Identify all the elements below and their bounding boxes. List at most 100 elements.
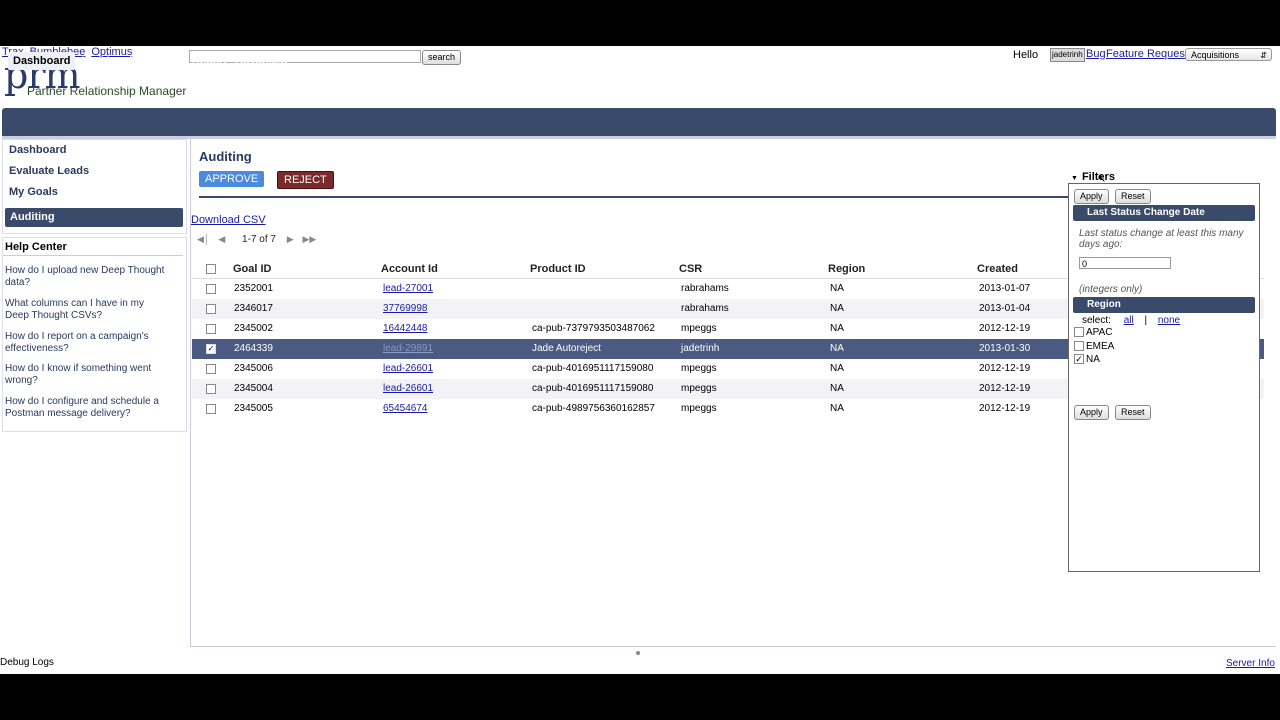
cell-account[interactable]: 37769998 bbox=[383, 299, 428, 319]
region-option-apac[interactable]: APAC bbox=[1074, 327, 1113, 338]
filters-toggle[interactable]: ▼ Filters bbox=[1071, 171, 1115, 183]
sidebar-item-evaluate-leads[interactable]: Evaluate Leads bbox=[9, 165, 89, 177]
cell-account[interactable]: lead-27001 bbox=[383, 279, 433, 299]
cell-created: 2012-12-19 bbox=[979, 323, 1031, 334]
col-product-id[interactable]: Product ID bbox=[530, 263, 586, 275]
cell-csr: mpeggs bbox=[681, 363, 717, 374]
cell-product: ca-pub-4989756360162857 bbox=[532, 403, 655, 414]
days-ago-input[interactable]: 0 bbox=[1079, 257, 1171, 269]
cell-goal: 2345005 bbox=[234, 403, 273, 414]
filters-reset-button-top[interactable]: Reset bbox=[1115, 189, 1151, 204]
cell-account[interactable]: lead-26601 bbox=[383, 359, 433, 379]
help-link-went-wrong[interactable]: How do I know if something went wrong? bbox=[5, 363, 165, 387]
row-checkbox[interactable] bbox=[206, 284, 216, 294]
approve-button[interactable]: APPROVE bbox=[199, 171, 265, 187]
select-all-link[interactable]: all bbox=[1124, 315, 1134, 326]
tab-dashboard[interactable]: Dashboard bbox=[8, 52, 76, 70]
app-window: Trax Bumblebee Optimus search prm Partne… bbox=[0, 46, 1280, 674]
cell-region: NA bbox=[830, 403, 844, 414]
cell-csr: rabrahams bbox=[681, 303, 729, 314]
tab-advanced[interactable]: Advanced bbox=[235, 55, 288, 67]
cell-created: 2013-01-30 bbox=[979, 343, 1031, 354]
last-status-change-header[interactable]: Last Status Change Date bbox=[1073, 205, 1255, 221]
feature-request-link[interactable]: Feature Request bbox=[1106, 48, 1188, 60]
select-none-link[interactable]: none bbox=[1158, 315, 1180, 326]
cell-csr: rabrahams bbox=[681, 283, 729, 294]
pager: ◀│ ◀ 1-7 of 7 ▶ ▶▶ bbox=[197, 234, 322, 245]
tab-new-leads[interactable]: New Leads bbox=[81, 55, 138, 67]
account-select[interactable]: Acquisitions ⇵ bbox=[1185, 48, 1272, 61]
row-checkbox[interactable] bbox=[206, 324, 216, 334]
cell-csr: mpeggs bbox=[681, 323, 717, 334]
cell-goal: 2345002 bbox=[234, 323, 273, 334]
cell-csr: mpeggs bbox=[681, 403, 717, 414]
filters-reset-button[interactable]: Reset bbox=[1115, 405, 1151, 420]
cell-account[interactable]: 16442448 bbox=[383, 319, 428, 339]
help-link-upload[interactable]: How do I upload new Deep Thought data? bbox=[5, 265, 165, 289]
days-ago-note: Last status change at least this many da… bbox=[1079, 228, 1244, 250]
pager-text: 1-7 of 7 bbox=[242, 234, 276, 245]
cell-csr: jadetrinh bbox=[681, 343, 720, 354]
cell-product: ca-pub-4016951117159080 bbox=[532, 383, 654, 394]
region-select-row: select: all | none bbox=[1082, 315, 1180, 326]
filters-apply-button[interactable]: Apply bbox=[1074, 405, 1109, 420]
cell-region: NA bbox=[830, 303, 844, 314]
integers-only-note: (integers only) bbox=[1079, 284, 1143, 295]
row-checkbox[interactable]: ✓ bbox=[206, 344, 216, 354]
app-subtitle: Partner Relationship Manager bbox=[27, 84, 187, 98]
cell-goal: 2345006 bbox=[234, 363, 273, 374]
sidebar-item-dashboard[interactable]: Dashboard bbox=[9, 144, 66, 156]
cell-account[interactable]: lead-29891 bbox=[383, 339, 433, 359]
col-csr[interactable]: CSR bbox=[679, 263, 702, 275]
search-button[interactable]: search bbox=[422, 50, 462, 65]
cell-goal: 2346017 bbox=[234, 303, 273, 314]
emea-checkbox[interactable] bbox=[1074, 341, 1084, 352]
debug-logs-label[interactable]: Debug Logs bbox=[0, 657, 54, 668]
sidebar-item-auditing[interactable]: Auditing bbox=[5, 208, 183, 227]
na-checkbox[interactable]: ✓ bbox=[1074, 354, 1084, 365]
region-option-na[interactable]: ✓ NA bbox=[1074, 354, 1100, 365]
select-all-checkbox[interactable] bbox=[206, 264, 216, 274]
region-header[interactable]: Region bbox=[1073, 297, 1255, 313]
filters-apply-button-top[interactable]: Apply bbox=[1074, 189, 1109, 204]
row-checkbox[interactable] bbox=[206, 404, 216, 414]
cell-region: NA bbox=[830, 323, 844, 334]
content-divider bbox=[199, 196, 1071, 198]
emea-label: EMEA bbox=[1086, 341, 1115, 352]
server-info-link[interactable]: Server Info bbox=[1226, 658, 1275, 669]
tab-activity-report[interactable]: Activity Report bbox=[149, 55, 227, 67]
col-created[interactable]: Created bbox=[977, 263, 1018, 275]
last-page-icon[interactable]: ▶▶ bbox=[302, 234, 316, 245]
reject-button[interactable]: REJECT bbox=[277, 171, 334, 189]
col-account-id[interactable]: Account Id bbox=[381, 263, 438, 275]
row-checkbox[interactable] bbox=[206, 304, 216, 314]
col-region[interactable]: Region bbox=[828, 263, 865, 275]
download-csv-link[interactable]: Download CSV bbox=[191, 214, 266, 226]
cell-created: 2013-01-04 bbox=[979, 303, 1031, 314]
help-link-columns[interactable]: What columns can I have in my Deep Thoug… bbox=[5, 298, 165, 322]
apac-checkbox[interactable] bbox=[1074, 327, 1084, 338]
bug-link[interactable]: Bug bbox=[1086, 48, 1106, 60]
cell-account[interactable]: lead-26601 bbox=[383, 379, 433, 399]
col-goal-id[interactable]: Goal ID bbox=[233, 263, 272, 275]
region-option-emea[interactable]: EMEA bbox=[1074, 341, 1114, 352]
sidebar-item-my-goals[interactable]: My Goals bbox=[9, 186, 58, 198]
help-link-postman[interactable]: How do I configure and schedule a Postma… bbox=[5, 396, 165, 420]
select-arrows-icon: ⇵ bbox=[1260, 51, 1267, 60]
help-divider bbox=[3, 255, 183, 256]
help-link-report[interactable]: How do I report on a campaign's effectiv… bbox=[5, 331, 165, 355]
row-checkbox[interactable] bbox=[206, 364, 216, 374]
row-checkbox[interactable] bbox=[206, 384, 216, 394]
prev-page-icon[interactable]: ◀ bbox=[218, 234, 225, 245]
first-page-icon[interactable]: ◀│ bbox=[197, 234, 210, 245]
select-separator: | bbox=[1144, 315, 1148, 326]
select-label: select: bbox=[1082, 315, 1111, 326]
cell-goal: 2464339 bbox=[234, 343, 273, 354]
cell-account[interactable]: 65454674 bbox=[383, 399, 428, 419]
next-page-icon[interactable]: ▶ bbox=[287, 234, 294, 245]
cell-region: NA bbox=[830, 283, 844, 294]
username-chip[interactable]: jadetrinh bbox=[1050, 48, 1085, 62]
filters-panel: Apply Reset Last Status Change Date Last… bbox=[1068, 183, 1260, 572]
cell-created: 2012-12-19 bbox=[979, 363, 1031, 374]
apac-label: APAC bbox=[1086, 327, 1113, 338]
